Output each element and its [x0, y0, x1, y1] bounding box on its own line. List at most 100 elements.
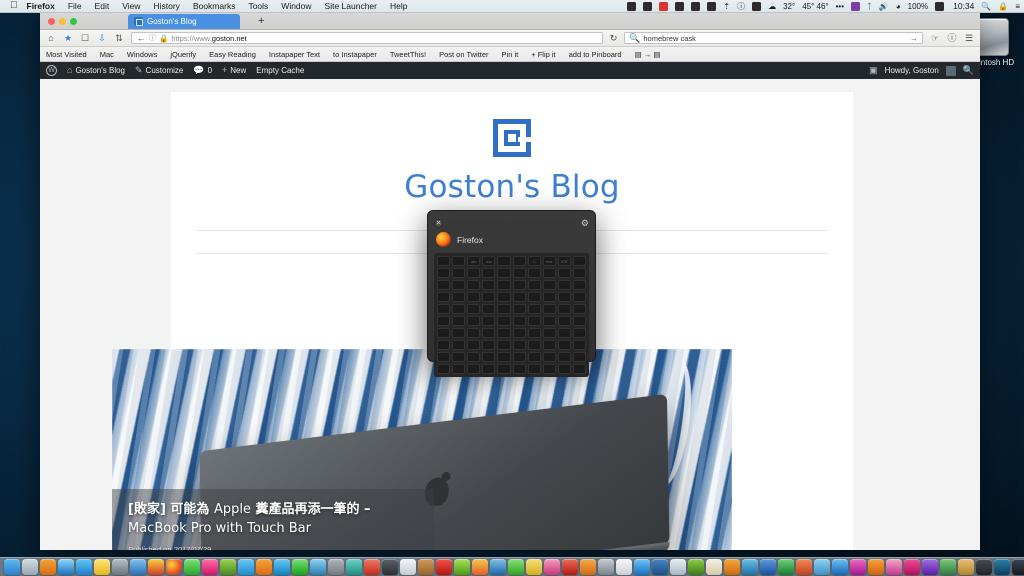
evernote-icon[interactable] — [220, 559, 236, 575]
app-icon-gray2[interactable] — [598, 559, 614, 575]
popup-grid-cell[interactable] — [437, 256, 451, 266]
popup-grid-cell[interactable] — [512, 328, 526, 338]
app-icon-photo[interactable] — [940, 559, 956, 575]
safari-icon[interactable] — [58, 559, 74, 575]
popup-grid-cell[interactable] — [512, 280, 526, 290]
bookmark-most-visited[interactable]: Most Visited — [46, 50, 87, 59]
menu-item-edit[interactable]: Edit — [95, 1, 110, 11]
go-arrow-icon[interactable]: → — [910, 34, 918, 43]
vlc-icon[interactable] — [868, 559, 884, 575]
hero-caption[interactable]: [敗家] 可能為 Apple 糞產品再添一筆的 – MacBook Pro wi… — [112, 489, 435, 550]
popup-grid-cell[interactable] — [557, 280, 571, 290]
popup-grid-cell[interactable] — [482, 268, 496, 278]
popup-grid-cell[interactable] — [527, 364, 541, 374]
popup-grid-cell[interactable] — [572, 268, 586, 278]
reader-icon[interactable]: ☐ — [80, 33, 90, 43]
popup-grid-cell[interactable] — [527, 352, 541, 362]
settings-icon[interactable] — [112, 559, 128, 575]
popup-grid-cell[interactable] — [527, 292, 541, 302]
popup-grid-cell[interactable] — [557, 364, 571, 374]
app-icon-h[interactable] — [643, 1, 653, 11]
popup-grid-cell[interactable] — [467, 268, 481, 278]
lightroom-icon[interactable] — [1012, 559, 1024, 575]
keynote-icon[interactable] — [742, 559, 758, 575]
menu-item-firefox[interactable]: Firefox — [27, 1, 55, 11]
bookmark-star-icon[interactable]: ★ — [63, 33, 73, 43]
popup-grid-cell[interactable] — [452, 256, 466, 266]
popup-grid-cell[interactable] — [467, 328, 481, 338]
popup-grid-cell[interactable] — [542, 268, 556, 278]
yandex-icon[interactable] — [851, 1, 861, 11]
close-window-button[interactable] — [48, 18, 55, 25]
popup-grid-cell[interactable] — [572, 292, 586, 302]
bookmark-mac[interactable]: Mac — [100, 50, 114, 59]
admin-bar-empty-cache[interactable]: Empty Cache — [256, 66, 304, 75]
bookmark-windows[interactable]: Windows — [127, 50, 157, 59]
menu-item-view[interactable]: View — [122, 1, 140, 11]
admin-search-icon[interactable]: 🔍 — [963, 66, 974, 75]
menu-item-site-launcher[interactable]: Site Launcher — [325, 1, 377, 11]
mail2-icon[interactable] — [670, 559, 686, 575]
popup-grid-cell[interactable] — [437, 268, 451, 278]
popup-grid-cell[interactable] — [452, 316, 466, 326]
site-title[interactable]: Goston's Blog — [171, 169, 853, 205]
popup-grid-cell[interactable] — [572, 328, 586, 338]
bookmark-post-on-twitter[interactable]: Post on Twitter — [439, 50, 488, 59]
popup-grid-cell[interactable] — [572, 280, 586, 290]
spotify-icon[interactable] — [292, 559, 308, 575]
gear-icon[interactable]: ⚙ — [581, 218, 589, 228]
popup-grid-cell[interactable] — [482, 340, 496, 350]
popup-grid-cell[interactable] — [557, 304, 571, 314]
font-book-icon[interactable] — [616, 559, 632, 575]
word-icon[interactable] — [760, 559, 776, 575]
bluetooth-icon[interactable]: ᛏ — [867, 2, 872, 11]
launchpad-icon[interactable] — [22, 559, 38, 575]
skype-icon[interactable] — [274, 559, 290, 575]
popup-grid-cell[interactable] — [542, 364, 556, 374]
popup-grid-cell[interactable]: C — [527, 256, 541, 266]
popup-grid-cell[interactable] — [452, 328, 466, 338]
info-icon[interactable]: ⓘ — [947, 33, 957, 43]
popup-grid-cell[interactable] — [452, 352, 466, 362]
popup-grid-cell[interactable] — [482, 304, 496, 314]
popup-grid-cell[interactable] — [497, 268, 511, 278]
url-address-bar[interactable]: ← ⓘ 🔒 https://www.goston.net — [131, 32, 603, 44]
chrome-icon[interactable] — [148, 559, 164, 575]
battery-icon[interactable] — [935, 1, 945, 11]
popup-grid-cell[interactable] — [542, 316, 556, 326]
popup-grid-cell[interactable] — [482, 316, 496, 326]
app-icon-brown[interactable] — [418, 559, 434, 575]
apple-menu-icon[interactable]:  — [10, 1, 18, 11]
weather-temperature[interactable]: 32° — [783, 2, 795, 11]
popup-grid-cell[interactable] — [557, 292, 571, 302]
popup-grid-cell[interactable] — [557, 268, 571, 278]
app-icon-green[interactable] — [454, 559, 470, 575]
popup-grid-cell[interactable] — [557, 352, 571, 362]
app-icon-tan[interactable] — [958, 559, 974, 575]
popup-grid-cell[interactable] — [527, 328, 541, 338]
wordpress-icon[interactable]: W — [46, 65, 57, 76]
popup-grid-cell[interactable] — [482, 352, 496, 362]
popup-grid-cell[interactable] — [497, 340, 511, 350]
downloads-icon[interactable]: ⇩ — [97, 33, 107, 43]
popup-thumbnail-grid[interactable]: am ma Cmis ICE — [434, 253, 589, 377]
popup-grid-cell[interactable] — [497, 280, 511, 290]
itunes-icon[interactable] — [850, 559, 866, 575]
popup-grid-cell[interactable] — [572, 340, 586, 350]
flickr-icon[interactable] — [202, 559, 218, 575]
app-icon-white[interactable] — [400, 559, 416, 575]
folder-icon[interactable] — [814, 559, 830, 575]
bookmark-pin-it[interactable]: Pin it — [502, 50, 519, 59]
app-icon-darkblue[interactable] — [652, 559, 668, 575]
popup-grid-cell[interactable] — [482, 328, 496, 338]
popup-grid-cell[interactable] — [482, 280, 496, 290]
app-icon-pink[interactable] — [544, 559, 560, 575]
calendar-icon[interactable] — [752, 1, 762, 11]
powerpoint-icon[interactable] — [796, 559, 812, 575]
popup-grid-cell[interactable] — [497, 304, 511, 314]
popup-grid-cell[interactable] — [467, 340, 481, 350]
popup-grid-cell[interactable] — [497, 316, 511, 326]
popup-grid-cell[interactable] — [572, 352, 586, 362]
popup-grid-cell[interactable] — [452, 340, 466, 350]
lock-icon[interactable]: 🔒 — [998, 2, 1008, 11]
